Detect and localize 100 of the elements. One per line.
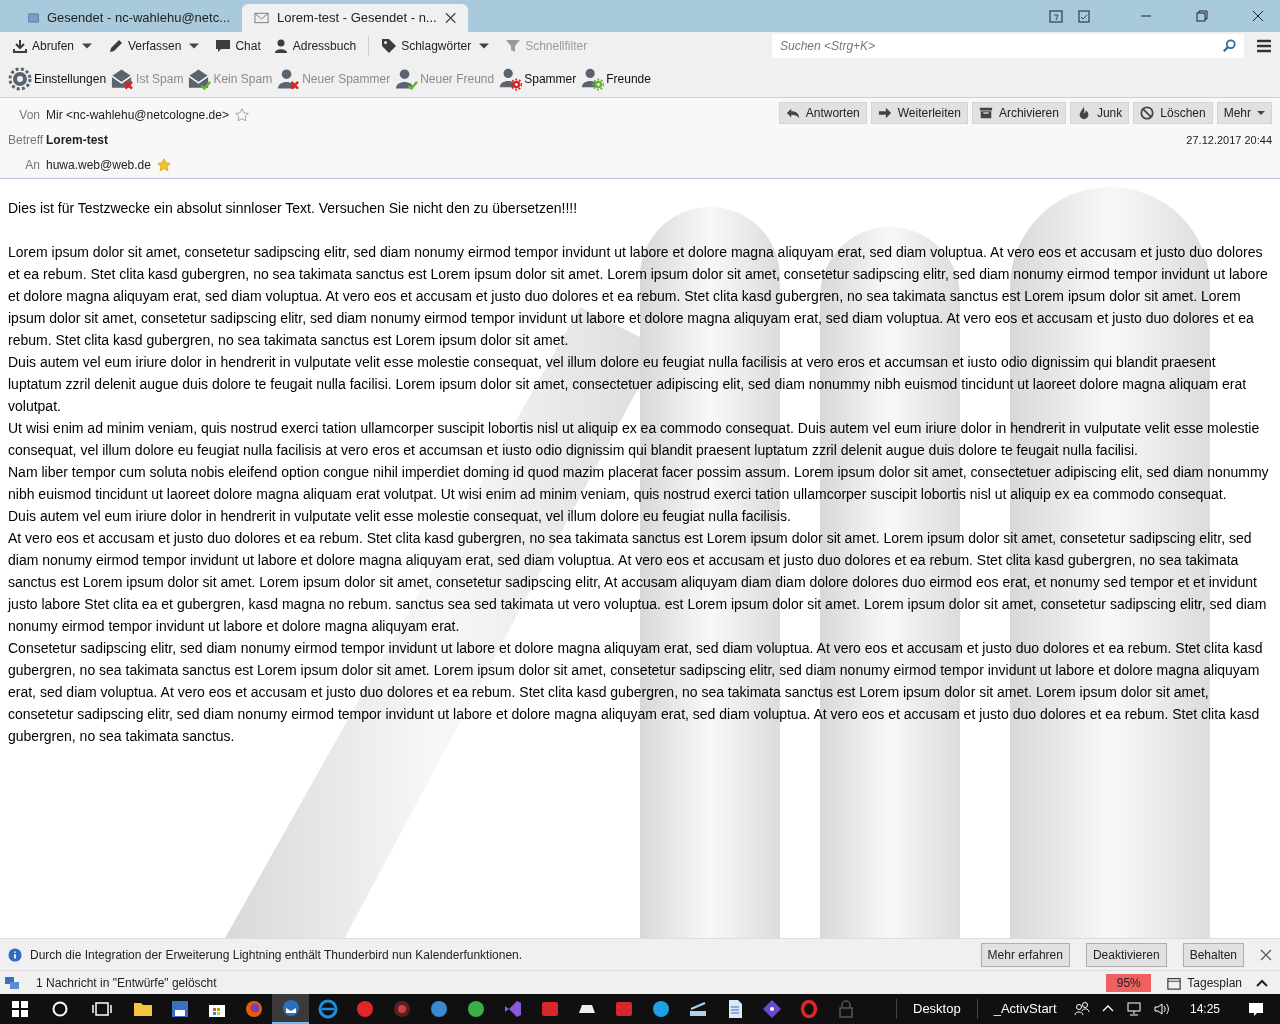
star-icon[interactable] [234,108,249,122]
windows-logo-icon[interactable] [12,1001,28,1017]
header-action-button[interactable]: Löschen [1133,102,1213,124]
app-circle-icon[interactable] [428,999,449,1019]
notification-button[interactable]: Behalten [1182,942,1244,967]
ring-icon[interactable] [798,999,819,1019]
star-icon[interactable] [156,158,171,172]
header-action-button[interactable]: Junk [1069,102,1130,124]
toolbar-button[interactable]: Adressbuch [268,34,361,58]
field-label: An [24,157,40,174]
diamond-icon[interactable] [761,999,782,1019]
app-circle-icon[interactable] [354,999,375,1019]
dropdown-caret-icon[interactable] [82,41,93,51]
toolbar-button[interactable]: Einstellungen [8,62,107,95]
network-computers-icon [4,974,20,991]
toolbar-button[interactable]: Freunde [580,62,651,95]
subject-text: Lorem-test [46,132,108,149]
tab[interactable]: Lorem-test - Gesendet - n... [242,4,468,32]
filter-icon [505,38,522,54]
notification-text: Durch die Integration der Erweiterung Lightning enthält Thunderbird nun Kalenderfunktionen. [30,946,524,964]
today-pane-button[interactable]: Tagesplan [1167,973,1268,992]
tab[interactable]: Gesendet - nc-wahlehu@netc... [16,4,242,32]
envelope-cross-icon [110,66,135,91]
reply-icon [785,106,800,120]
restore-icon[interactable] [1196,10,1208,22]
notification-button[interactable]: Deaktivieren [1085,942,1167,967]
clock[interactable]: 14:25 [1189,1000,1220,1018]
download-icon [12,38,28,54]
notification-button[interactable]: Mehr erfahren [980,942,1070,967]
person-icon [272,38,289,54]
toolbar-button[interactable]: Abrufen [8,34,79,58]
prohibited-icon [1140,106,1155,120]
app-square-icon[interactable] [613,999,634,1019]
archive-box-icon [978,106,993,120]
body-paragraph: Ut wisi enim ad minim veniam, quis nostrud exerci tation ullamcorper suscipit lobortis nisl ut aliquip ex ea commodo consequat. Duis autem vel eum iriure dolor in hendrerit in vulputate velit esse molestie consequat, vel illum dolore eu feugiat nulla facilisis at vero eros et accumsan et iusto odio dignissim qui blandit praesent luptatum zzril delenit augue duis dolore te feugait nulla facilisi. [8,419,1261,460]
browser-e-icon[interactable] [317,999,338,1019]
calendar-icon [1167,975,1182,990]
message-date: 27.12.2017 20:44 [1186,133,1272,148]
network-icon[interactable] [1125,1001,1142,1017]
person-cross-icon [276,66,301,91]
header-action-button[interactable]: Mehr [1216,102,1272,124]
toolbar-button[interactable]: Chat [211,34,265,58]
close-icon[interactable] [1260,948,1272,961]
close-icon[interactable] [444,12,456,24]
dropdown-caret-icon[interactable] [189,41,200,51]
envelope-icon [254,10,270,26]
task-clipboard-icon[interactable] [1076,8,1092,24]
menu-icon[interactable] [1256,38,1272,54]
browser-globe-icon[interactable] [243,999,264,1019]
body-paragraph: Consetetur sadipscing elitr, sed diam nonumy eirmod tempor invidunt ut labore et dolore magna aliquyam erat, sed diam voluptua. At vero eos et accusam et justo duo dolores et ea rebum. Stet clita kasd gubergren, no sea takimata sanctus est Lorem ipsum dolor sit amet. Lorem ipsum dolor sit amet, consetetur sadipscing elitr, sed diam nonumy eirmod tempor invidunt ut labore et dolore magna aliquyam erat, sed diam voluptua. At vero eos et accusam et justo duo dolores et ea rebum. Stet clita kasd gubergren, no sea takimata sanctus est Lorem ipsum dolor sit amet. Lorem ipsum dolor sit amet, consetetur sadipscing elitr, sed diam nonumy eirmod tempor invidunt ut labore et dolore magna aliquyam erat, sed diam voluptua. At vero eos et accusam et justo duo dolores et ea rebum. Stet clita kasd gubergren, no sea takimata sanctus. [8,639,1264,746]
taskbar-toolbar[interactable]: Desktop [896,999,977,1019]
search-circle-icon[interactable] [52,1001,68,1017]
close-icon[interactable] [1252,10,1264,22]
search-field[interactable]: Suchen <Strg+K> [772,34,1244,58]
dropdown-caret-icon[interactable] [479,41,490,51]
app-circle-icon[interactable] [465,999,486,1019]
tag-icon [381,38,398,54]
recipient-address[interactable]: huwa.web@web.de [46,156,151,174]
taskbar-toolbar[interactable]: _ActivStart [976,999,1073,1019]
header-action-button[interactable]: Weiterleiten [870,102,968,124]
body-paragraph: Duis autem vel eum iriure dolor in hendrerit in vulputate velit esse molestie consequat, vel illum dolore eu feugiat nulla facilisis at vero eros et accumsan et iusto odio dignissim qui blandit praesent luptatum zzril delenit augue duis dolore te feugait nulla facilisi. Lorem ipsum dolor sit amet, consectetuer adipiscing elit, sed diam nonummy nibh euismod tincidunt ut laoreet dolore magna aliquam erat volutpat. [8,353,1248,416]
app-square-icon[interactable] [539,999,560,1019]
header-action-button[interactable]: Archivieren [971,102,1066,124]
person-check-icon [394,66,419,91]
task-view-icon[interactable] [92,1001,112,1017]
mail-bird-icon[interactable] [280,998,301,1018]
settings-icon [8,66,32,91]
toolbar-button[interactable]: Verfassen [104,34,186,58]
body-paragraph: Duis autem vel eum iriure dolor in hendrerit in vulputate velit esse molestie consequat, vel illum dolore eu feugiat nulla facilisis. [8,507,792,526]
info-icon [8,947,22,962]
sender-address[interactable]: Mir <nc-wahlehu@netcologne.de> [46,106,229,124]
search-icon[interactable] [1222,39,1236,53]
app-circle-icon[interactable] [650,999,671,1019]
body-paragraph: Lorem ipsum dolor sit amet, consetetur sadipscing elitr, sed diam nonumy eirmod tempor invidunt ut labore et dolore magna aliquyam erat, sed diam voluptua. At vero eos et accusam et justo duo dolores et ea rebum. Stet clita kasd gubergren, no sea takimata sanctus est Lorem ipsum dolor sit amet. Lorem ipsum dolor sit amet, consetetur sadipscing elitr, sed diam nonumy eirmod tempor invidunt ut labore et dolore magna aliquyam erat, sed diam voluptua. At vero eos et accusam et justo duo dolores et ea rebum. Stet clita kasd gubergren, no sea takimata sanctus est Lorem ipsum dolor sit amet. Lorem ipsum dolor sit amet, consetetur sadipscing elitr, sed diam nonumy eirmod tempor invidunt ut labore et dolore magna aliquyam erat, sed diam voluptua. At vero eos et accusam et justo duo dolores et ea rebum. Stet clita kasd gubergren, no sea takimata sanctus est Lorem ipsum dolor sit amet. [8,243,1269,350]
caret-icon [1257,109,1265,117]
right-arrow-icon [877,106,892,120]
tab-label: Lorem-test - Gesendet - n... [277,9,437,28]
envelope-check-icon [187,66,212,91]
app-circle-icon[interactable] [391,999,412,1019]
intro-sentence: Dies ist für Testzwecke ein absolut sinnloser Text. Versuchen Sie nicht den zu übersetzen!!!! [8,199,579,218]
body-paragraph: Nam liber tempor cum soluta nobis eleifend option congue nihil imperdiet doming id quod mazim placerat facer possim assum. Lorem ipsum dolor sit amet, consectetuer adipiscing elit, sed diam nonummy nibh euismod tincidunt ut laoreet dolore magna aliquam erat volutpat. Ut wisi enim ad minim veniam, quis nostrud exerci tation ullamcorper suscipit lobortis nisl ut aliquip ex ea commodo consequat. [8,463,1270,504]
toolbar-button[interactable]: Spammer [498,62,577,95]
taskbar-item[interactable] [272,994,309,1024]
calendar-icon[interactable] [1048,8,1064,24]
people-icon[interactable] [1073,1001,1090,1017]
field-label: Von [18,107,40,124]
speech-bubble-icon [215,38,232,54]
scanner-icon[interactable] [687,999,708,1019]
header-action-button[interactable]: Antworten [778,102,867,124]
person-gear-icon [498,66,523,91]
pencil-icon [108,38,125,54]
status-message: 1 Nachricht in "Entwürfe" gelöscht [36,974,218,992]
toolbar-button[interactable]: Schlagwörter [377,34,476,58]
body-paragraph: At vero eos et accusam et justo duo dolores et ea rebum. Stet clita kasd gubergren, no sea takimata sanctus est Lorem ipsum dolor sit amet. Lorem ipsum dolor sit amet, consetetur sadipscing elitr, sed diam nonumy eirmod tempor invidunt ut labore et dolore magna aliquyam erat, sed diam voluptua. At vero eos et accusam et justo duo dolores et ea rebum. Stet clita kasd gubergren, no sea takimata sanctus est Lorem ipsum dolor sit amet. Lorem ipsum dolor sit amet, consetetur sadipscing elitr, At accusam aliquyam diam diam dolore dolores duo eirmod eos erat, et nonumy sed tempor et et invidunt justo labore Stet clita ea et gubergren, kasd magna no rebum. sanctus sea sed takimata ut vero voluptua. est Lorem ipsum dolor sit amet. Lorem ipsum dolor sit amet, consetetur sadipscing elitr, sed diam nonumy eirmod tempor invidunt ut labore et dolore magna aliquyam erat. [8,529,1268,636]
folder-window-icon [28,10,39,26]
notifications-icon[interactable] [1248,1001,1264,1017]
speaker-icon[interactable] [1153,1001,1170,1017]
person-gear-icon [580,66,605,91]
zoom-indicator: 95% [1106,973,1152,992]
tab-label: Gesendet - nc-wahlehu@netc... [47,9,230,28]
